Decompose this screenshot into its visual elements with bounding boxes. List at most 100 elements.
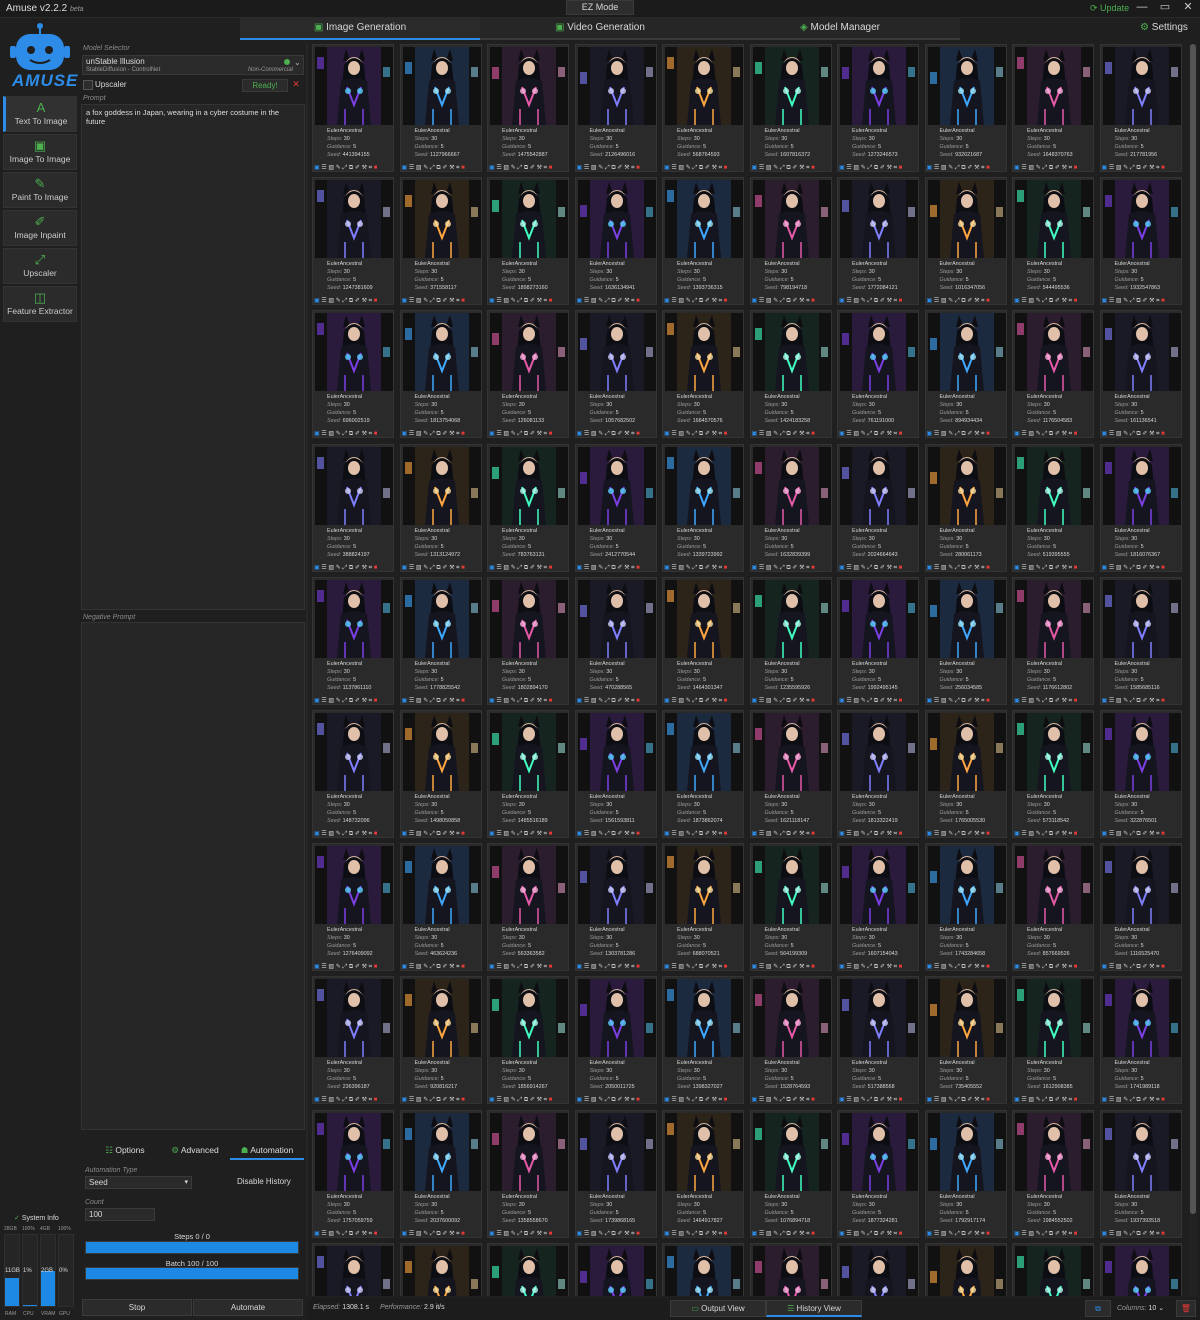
image-to-image-icon[interactable]: ▧	[1028, 831, 1035, 837]
image-card[interactable]: EulerAncestralSteps: 30Guidance: 5Seed: …	[1012, 576, 1094, 705]
generated-image[interactable]	[577, 47, 656, 125]
generated-image[interactable]	[927, 846, 1006, 925]
save-icon[interactable]: ▣	[752, 565, 759, 571]
inpaint-icon[interactable]: ✐	[355, 165, 362, 171]
image-to-image-icon[interactable]: ▧	[503, 165, 510, 171]
save-icon[interactable]: ▣	[402, 431, 409, 437]
image-to-image-icon[interactable]: ▧	[853, 964, 860, 970]
prompt-input[interactable]: a fox goddess in Japan, wearing in a cyb…	[81, 104, 305, 610]
image-card[interactable]: EulerAncestralSteps: 30Guidance: 5Seed: …	[662, 1109, 744, 1238]
delete-icon[interactable]: ■	[811, 165, 815, 171]
image-to-image-icon[interactable]: ▧	[503, 298, 510, 304]
scrollbar[interactable]	[1189, 44, 1197, 1296]
generated-image[interactable]	[490, 180, 568, 259]
generated-image[interactable]	[752, 1112, 831, 1191]
delete-icon[interactable]: ■	[461, 298, 465, 304]
feature-icon[interactable]: ⚒	[362, 165, 369, 171]
image-card[interactable]: EulerAncestralSteps: 30Guidance: 5Seed: …	[662, 843, 744, 972]
image-to-image-icon[interactable]: ▧	[503, 1097, 510, 1103]
generated-image[interactable]	[927, 1112, 1006, 1191]
image-card[interactable]: EulerAncestralSteps: 30Guidance: 5Seed: …	[487, 1109, 569, 1238]
image-card[interactable]: EulerAncestralSteps: 30Guidance: 5Seed: …	[837, 1109, 919, 1238]
paint-icon[interactable]: ✎	[773, 698, 780, 704]
feature-icon[interactable]: ⚒	[362, 1097, 369, 1103]
inpaint-icon[interactable]: ✐	[530, 1097, 537, 1103]
details-icon[interactable]: ☰	[1109, 565, 1116, 571]
image-to-image-icon[interactable]: ▧	[328, 565, 335, 571]
paint-icon[interactable]: ✎	[948, 698, 955, 704]
inpaint-icon[interactable]: ✐	[1055, 964, 1062, 970]
image-to-image-icon[interactable]: ▧	[853, 165, 860, 171]
feature-icon[interactable]: ⚒	[887, 298, 894, 304]
details-icon[interactable]: ☰	[759, 565, 766, 571]
feature-icon[interactable]: ⚒	[362, 964, 369, 970]
image-card[interactable]: EulerAncestralSteps: 30Guidance: 5Seed: …	[312, 1242, 394, 1296]
delete-icon[interactable]: ■	[461, 1231, 465, 1237]
generated-image[interactable]	[665, 979, 743, 1058]
image-card[interactable]: EulerAncestralSteps: 30Guidance: 5Seed: …	[1012, 177, 1094, 306]
feature-icon[interactable]: ⚒	[1062, 1097, 1069, 1103]
delete-icon[interactable]: ■	[549, 698, 553, 704]
inpaint-icon[interactable]: ✐	[705, 431, 712, 437]
inpaint-icon[interactable]: ✐	[880, 165, 887, 171]
details-icon[interactable]: ☰	[1109, 431, 1116, 437]
delete-icon[interactable]: ■	[549, 964, 553, 970]
save-icon[interactable]: ▣	[927, 1231, 934, 1237]
details-icon[interactable]: ☰	[409, 165, 416, 171]
image-to-image-icon[interactable]: ▧	[328, 1097, 335, 1103]
inpaint-icon[interactable]: ✐	[880, 431, 887, 437]
image-card[interactable]: EulerAncestralSteps: 30Guidance: 5Seed: …	[924, 576, 1007, 705]
feature-icon[interactable]: ⚒	[887, 431, 894, 437]
image-card[interactable]: EulerAncestralSteps: 30Guidance: 5Seed: …	[662, 576, 744, 705]
save-icon[interactable]: ▣	[577, 431, 584, 437]
image-to-image-icon[interactable]: ▧	[1028, 165, 1035, 171]
delete-icon[interactable]: ■	[1161, 698, 1165, 704]
generated-image[interactable]	[490, 979, 568, 1058]
delete-icon[interactable]: ■	[899, 1231, 903, 1237]
image-card[interactable]: EulerAncestralSteps: 30Guidance: 5Seed: …	[924, 1242, 1007, 1296]
paint-icon[interactable]: ✎	[423, 1231, 430, 1237]
inpaint-icon[interactable]: ✐	[705, 165, 712, 171]
save-icon[interactable]: ▣	[927, 831, 934, 837]
generated-image[interactable]	[752, 1245, 831, 1296]
image-to-image-icon[interactable]: ▧	[678, 1231, 685, 1237]
image-card[interactable]: EulerAncestralSteps: 30Guidance: 5Seed: …	[487, 710, 569, 838]
image-card[interactable]: EulerAncestralSteps: 30Guidance: 5Seed: …	[924, 1109, 1007, 1238]
image-card[interactable]: EulerAncestralSteps: 30Guidance: 5Seed: …	[749, 976, 832, 1105]
image-to-image-icon[interactable]: ▧	[853, 698, 860, 704]
generated-image[interactable]	[490, 1112, 568, 1191]
save-icon[interactable]: ▣	[752, 698, 759, 704]
paint-icon[interactable]: ✎	[948, 165, 955, 171]
panel-splitter[interactable]	[306, 44, 308, 1296]
delete-icon[interactable]: ■	[549, 831, 553, 837]
model-selector[interactable]: unStable Illusion StableDiffusion - Cont…	[82, 55, 304, 75]
image-card[interactable]: EulerAncestralSteps: 30Guidance: 5Seed: …	[487, 976, 569, 1105]
delete-icon[interactable]: ■	[636, 431, 640, 437]
save-icon[interactable]: ▣	[577, 831, 584, 837]
generated-image[interactable]	[665, 313, 743, 392]
tab-video-generation[interactable]: ▣ Video Generation	[480, 18, 720, 40]
image-card[interactable]: EulerAncestralSteps: 30Guidance: 5Seed: …	[487, 44, 569, 172]
save-icon[interactable]: ▣	[1102, 698, 1109, 704]
generated-image[interactable]	[927, 713, 1006, 791]
details-icon[interactable]: ☰	[934, 1231, 941, 1237]
image-card[interactable]: EulerAncestralSteps: 30Guidance: 5Seed: …	[662, 710, 744, 838]
details-icon[interactable]: ☰	[1109, 964, 1116, 970]
image-card[interactable]: EulerAncestralSteps: 30Guidance: 5Seed: …	[399, 443, 482, 572]
paint-icon[interactable]: ✎	[773, 831, 780, 837]
feature-icon[interactable]: ⚒	[1062, 964, 1069, 970]
delete-icon[interactable]: ■	[811, 831, 815, 837]
feature-icon[interactable]: ⚒	[712, 698, 719, 704]
paint-icon[interactable]: ✎	[423, 698, 430, 704]
save-icon[interactable]: ▣	[1102, 1097, 1109, 1103]
image-card[interactable]: EulerAncestralSteps: 30Guidance: 5Seed: …	[1012, 976, 1094, 1105]
generated-image[interactable]	[577, 313, 656, 392]
save-icon[interactable]: ▣	[402, 698, 409, 704]
save-icon[interactable]: ▣	[577, 298, 584, 304]
image-to-image-icon[interactable]: ▧	[678, 698, 685, 704]
image-card[interactable]: EulerAncestralSteps: 30Guidance: 5Seed: …	[399, 1242, 482, 1296]
image-card[interactable]: EulerAncestralSteps: 30Guidance: 5Seed: …	[749, 1109, 832, 1238]
feature-icon[interactable]: ⚒	[887, 1231, 894, 1237]
delete-icon[interactable]: ■	[549, 565, 553, 571]
save-icon[interactable]: ▣	[927, 298, 934, 304]
